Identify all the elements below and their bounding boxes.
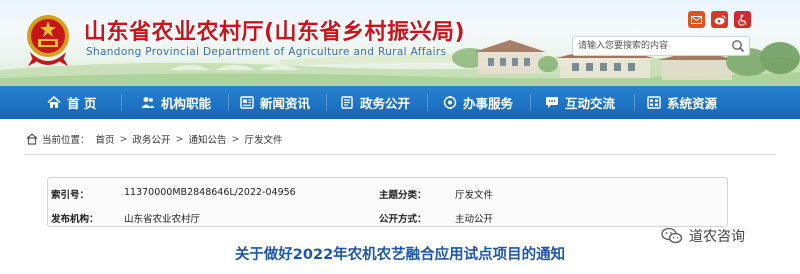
index-label: 索引号：	[51, 190, 90, 201]
people-icon	[141, 97, 155, 108]
article-title: 关于做好2022年农机农艺融合应用试点项目的通知	[234, 247, 566, 263]
nav-divider	[634, 94, 635, 111]
chat-icon	[546, 97, 558, 108]
nav-label: 互动交流	[565, 96, 616, 111]
search-button[interactable]	[731, 39, 745, 53]
search-input[interactable]	[573, 37, 725, 55]
watermark: 道农咨询	[661, 226, 745, 246]
index-value: 11370000MB2848646L/2022-04956	[124, 187, 296, 198]
breadcrumb-label: 当前位置：	[42, 135, 90, 146]
wechat-icon	[661, 227, 683, 244]
nav-label: 机构职能	[161, 96, 212, 111]
header-banner: 山东省农业农村厅(山东省乡村振兴局) Shandong Provincial D…	[0, 0, 800, 86]
accessibility-icon[interactable]	[734, 11, 751, 28]
nav-divider	[326, 94, 327, 111]
breadcrumb-separator: >	[119, 133, 128, 145]
category-value: 厅发文件	[455, 190, 494, 201]
top-icon-group	[688, 11, 751, 28]
disclosure-value: 主动公开	[455, 214, 494, 225]
nav-label: 系统资源	[667, 96, 718, 111]
publisher-label: 发布机构：	[51, 214, 99, 225]
nav-item-organization[interactable]: 机构职能	[141, 86, 211, 119]
nav-divider	[121, 94, 122, 111]
nav-divider	[228, 94, 229, 111]
watermark-text: 道农咨询	[689, 229, 745, 245]
nav-label: 首 页	[67, 96, 97, 111]
nav-item-gov-affairs[interactable]: 政务公开	[340, 86, 410, 119]
nav-label: 政务公开	[360, 96, 411, 111]
breadcrumb-home[interactable]: 首页	[96, 132, 115, 146]
category-label: 主题分类：	[379, 190, 427, 201]
nav-item-interaction[interactable]: 互动交流	[545, 86, 615, 119]
service-icon	[443, 96, 457, 109]
breadcrumb-dept-documents[interactable]: 厅发文件	[244, 132, 282, 146]
disclosure-label: 公开方式：	[379, 214, 427, 225]
search-icon	[732, 40, 745, 53]
nav-item-home[interactable]: 首 页	[47, 86, 96, 119]
breadcrumb-notices[interactable]: 通知公告	[188, 132, 226, 146]
nav-item-services[interactable]: 办事服务	[443, 86, 513, 119]
location-icon	[26, 133, 38, 145]
breadcrumb-gov-affairs[interactable]: 政务公开	[133, 132, 171, 146]
site-subtitle: Shandong Provincial Department of Agricu…	[86, 46, 447, 58]
home-icon	[47, 96, 61, 108]
document-info-table: 索引号： 11370000MB2848646L/2022-04956 主题分类：…	[47, 177, 728, 227]
site-title: 山东省农业农村厅(山东省乡村振兴局)	[84, 20, 466, 45]
doc-icon	[341, 96, 353, 109]
search-box	[572, 36, 750, 56]
resource-icon	[647, 96, 661, 109]
breadcrumb-divider	[24, 154, 776, 155]
nav-divider	[530, 94, 531, 111]
nav-item-news[interactable]: 新闻资讯	[240, 86, 310, 119]
news-icon	[240, 96, 254, 109]
publisher-value: 山东省农业农村厅	[124, 214, 201, 225]
nav-item-resources[interactable]: 系统资源	[647, 86, 717, 119]
weibo-icon[interactable]	[711, 11, 728, 28]
nav-divider	[427, 94, 428, 111]
national-emblem-icon	[27, 15, 69, 66]
breadcrumb-separator: >	[231, 133, 240, 145]
breadcrumb-separator: >	[175, 133, 184, 145]
nav-label: 办事服务	[463, 96, 514, 111]
breadcrumb: 当前位置： 首页 > 政务公开 > 通知公告 > 厅发文件	[26, 130, 282, 148]
main-nav: 首 页 机构职能 新闻资讯 政务公开 办事服务 互动交流 系统资源	[0, 86, 800, 119]
nav-label: 新闻资讯	[260, 96, 311, 111]
mail-icon[interactable]	[688, 11, 705, 28]
